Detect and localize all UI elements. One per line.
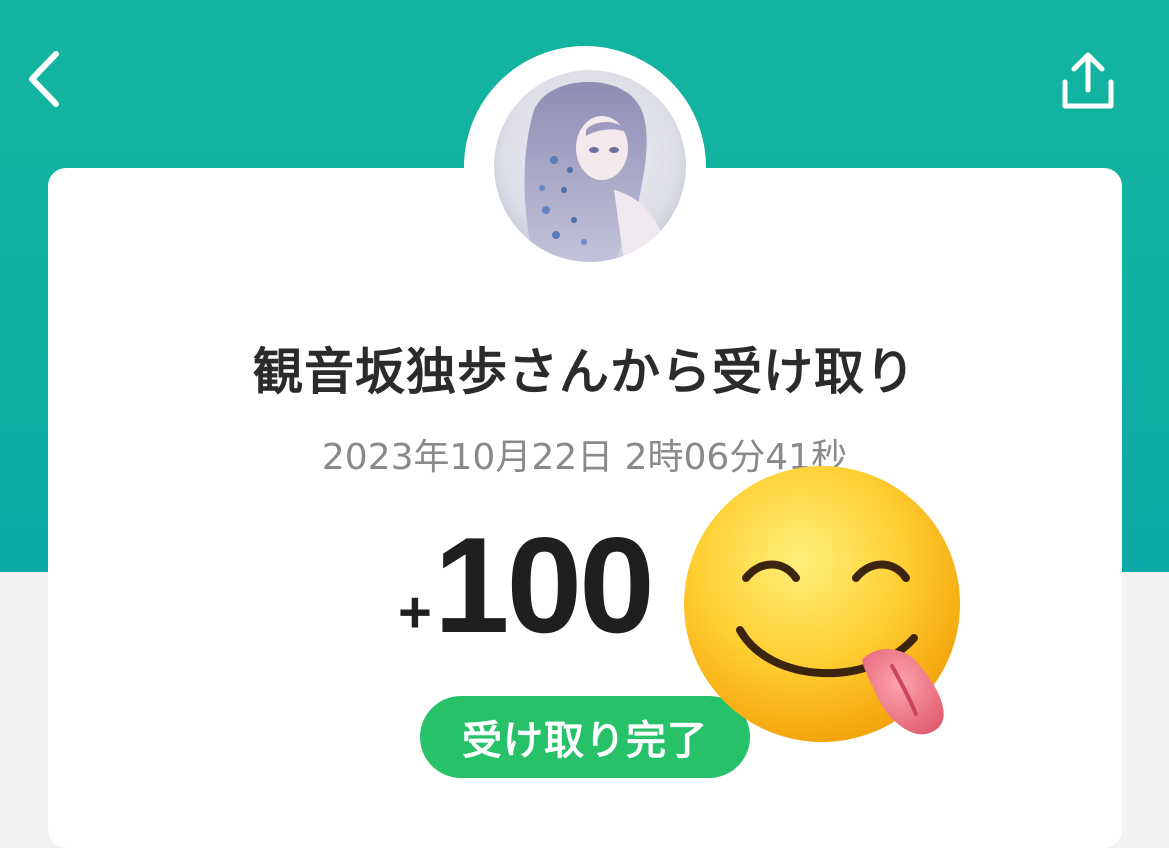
transaction-timestamp: 2023年10月22日 2時06分41秒 bbox=[321, 437, 848, 478]
face-savoring-food-emoji bbox=[680, 462, 972, 754]
share-upload-icon bbox=[1062, 52, 1114, 109]
sender-avatar bbox=[494, 70, 686, 262]
back-button[interactable] bbox=[22, 48, 72, 110]
amount-value: 100 bbox=[433, 509, 655, 661]
transaction-title: 観音坂独歩さんから受け取り bbox=[253, 343, 916, 401]
share-button[interactable] bbox=[1056, 50, 1120, 114]
chevron-left-icon bbox=[29, 51, 59, 107]
amount-sign: + bbox=[398, 580, 432, 645]
transaction-amount: + 100 bbox=[398, 509, 655, 661]
